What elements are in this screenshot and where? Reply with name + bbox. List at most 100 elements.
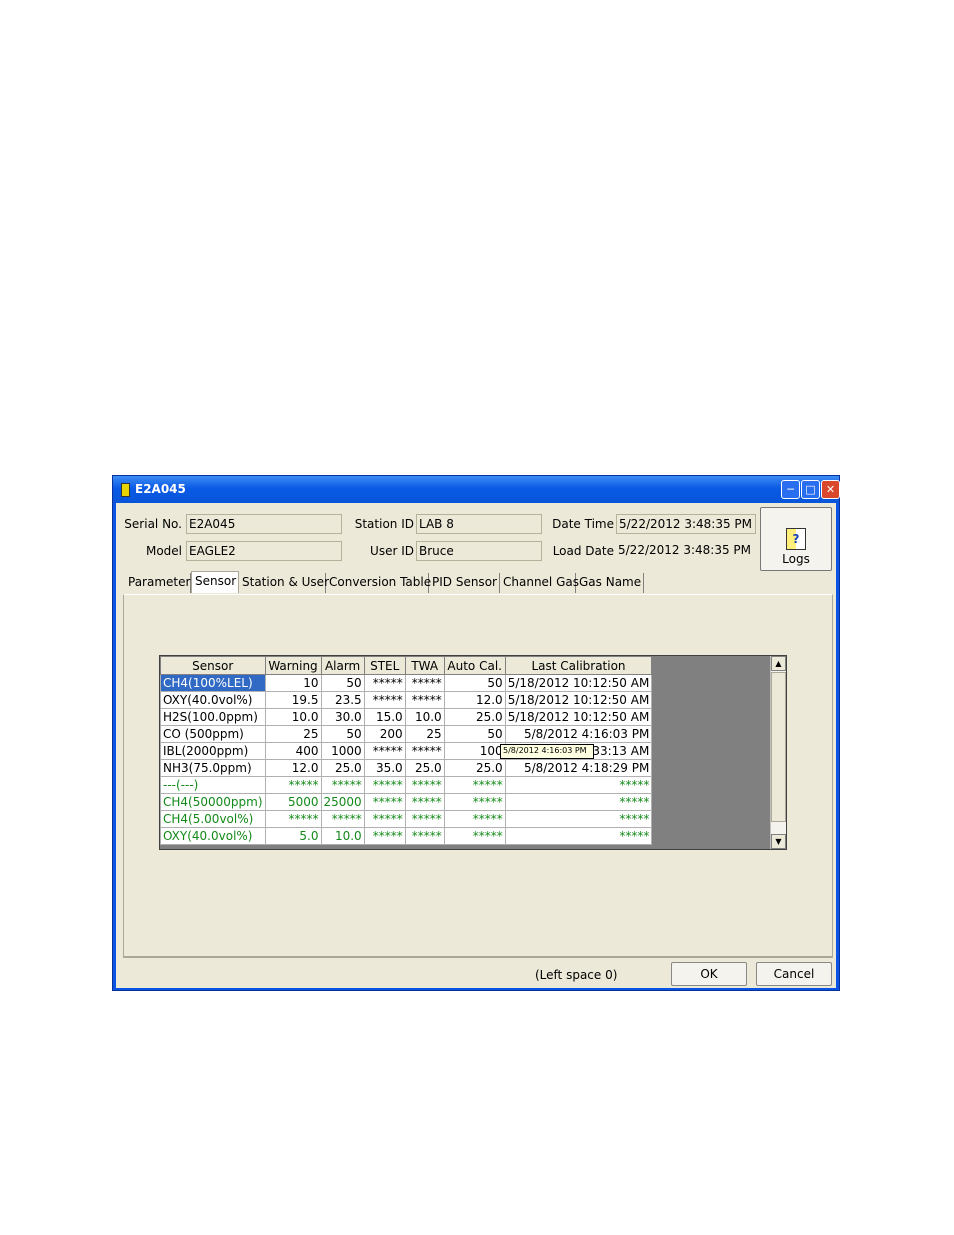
- cell-stel[interactable]: 200: [363, 725, 406, 743]
- cell-warning[interactable]: 5.0: [264, 827, 322, 845]
- col-alarm[interactable]: Alarm: [320, 656, 365, 675]
- col-sensor[interactable]: Sensor: [160, 656, 266, 675]
- cell-twa[interactable]: *****: [404, 674, 445, 692]
- col-stel[interactable]: STEL: [363, 656, 406, 675]
- scroll-down-button[interactable]: ▼: [771, 834, 786, 849]
- col-warning[interactable]: Warning: [264, 656, 322, 675]
- cell-last-calibration[interactable]: 5/18/2012 10:12:50 AM: [504, 691, 653, 709]
- cell-warning[interactable]: 400: [264, 742, 322, 760]
- cell-twa[interactable]: *****: [404, 691, 445, 709]
- tab-channel-gas[interactable]: Channel Gas: [500, 573, 579, 593]
- cell-warning[interactable]: *****: [264, 776, 322, 794]
- cell-last-calibration[interactable]: *****: [504, 793, 653, 811]
- cell-warning[interactable]: 10.0: [264, 708, 322, 726]
- cell-alarm[interactable]: 23.5: [320, 691, 365, 709]
- cell-alarm[interactable]: 25000: [320, 793, 365, 811]
- scroll-thumb[interactable]: [771, 672, 786, 822]
- table-row[interactable]: ---(---) ***** ***** ***** ***** ***** *****: [160, 776, 653, 794]
- cell-sensor[interactable]: IBL(2000ppm): [160, 742, 266, 760]
- cell-last-calibration[interactable]: *****: [504, 810, 653, 828]
- tab-sensor[interactable]: Sensor: [191, 571, 239, 593]
- maximize-button[interactable]: □: [801, 480, 820, 499]
- cell-stel[interactable]: *****: [363, 810, 406, 828]
- tab-conversion-table[interactable]: Conversion Table: [326, 573, 431, 593]
- cell-warning[interactable]: *****: [264, 810, 322, 828]
- tab-pid-sensor[interactable]: PID Sensor: [429, 573, 500, 593]
- cell-warning[interactable]: 25: [264, 725, 322, 743]
- cell-alarm[interactable]: 30.0: [320, 708, 365, 726]
- cell-last-calibration[interactable]: 5/18/2012 10:12:50 AM: [504, 708, 653, 726]
- serial-field[interactable]: E2A045: [186, 514, 342, 534]
- cell-sensor[interactable]: CH4(100%LEL): [160, 674, 266, 692]
- cell-twa[interactable]: *****: [404, 776, 445, 794]
- cell-alarm[interactable]: 50: [320, 725, 365, 743]
- cell-twa[interactable]: *****: [404, 793, 445, 811]
- table-row[interactable]: CO (500ppm) 25 50 200 25 50 5/8/2012 4:16:03 P…: [160, 725, 653, 743]
- table-row[interactable]: CH4(100%LEL) 10 50 ***** ***** 50 5/18/2012 10…: [160, 674, 653, 692]
- cell-sensor[interactable]: ---(---): [160, 776, 266, 794]
- cell-stel[interactable]: *****: [363, 691, 406, 709]
- cell-twa[interactable]: *****: [404, 827, 445, 845]
- cell-alarm[interactable]: *****: [320, 776, 365, 794]
- cell-auto-cal[interactable]: 100: [443, 742, 506, 760]
- cell-stel[interactable]: *****: [363, 742, 406, 760]
- cell-sensor[interactable]: OXY(40.0vol%): [160, 691, 266, 709]
- cell-auto-cal[interactable]: *****: [443, 793, 506, 811]
- cell-warning[interactable]: 10: [264, 674, 322, 692]
- cell-last-calibration[interactable]: 5/8/2012 4:16:03 PM: [504, 725, 653, 743]
- cell-stel[interactable]: *****: [363, 793, 406, 811]
- cell-warning[interactable]: 12.0: [264, 759, 322, 777]
- table-row[interactable]: CH4(5.00vol%) ***** ***** ***** ***** ***** **…: [160, 810, 653, 828]
- table-row[interactable]: OXY(40.0vol%) 19.5 23.5 ***** ***** 12.0 5/18/…: [160, 691, 653, 709]
- tab-station-user[interactable]: Station & User: [239, 573, 329, 593]
- cell-twa[interactable]: 10.0: [404, 708, 445, 726]
- ok-button[interactable]: OK: [671, 962, 747, 986]
- cell-sensor[interactable]: H2S(100.0ppm): [160, 708, 266, 726]
- scroll-up-button[interactable]: ▲: [771, 656, 786, 671]
- cell-stel[interactable]: 35.0: [363, 759, 406, 777]
- table-row[interactable]: OXY(40.0vol%) 5.0 10.0 ***** ***** ***** *****: [160, 827, 653, 845]
- cell-auto-cal[interactable]: *****: [443, 827, 506, 845]
- table-row[interactable]: CH4(50000ppm) 5000 25000 ***** ***** ***** ***…: [160, 793, 653, 811]
- cell-sensor[interactable]: CO (500ppm): [160, 725, 266, 743]
- cell-sensor[interactable]: CH4(5.00vol%): [160, 810, 266, 828]
- datetime-field[interactable]: 5/22/2012 3:48:35 PM: [616, 514, 756, 534]
- logs-button[interactable]: ? Logs: [760, 507, 832, 571]
- cell-twa[interactable]: *****: [404, 742, 445, 760]
- cell-warning[interactable]: 5000: [264, 793, 322, 811]
- model-field[interactable]: EAGLE2: [186, 541, 342, 561]
- cell-last-calibration[interactable]: 5/8/2012 4:18:29 PM: [504, 759, 653, 777]
- cell-sensor[interactable]: CH4(50000ppm): [160, 793, 266, 811]
- cell-stel[interactable]: *****: [363, 827, 406, 845]
- cell-alarm[interactable]: 10.0: [320, 827, 365, 845]
- cell-alarm[interactable]: *****: [320, 810, 365, 828]
- col-twa[interactable]: TWA: [404, 656, 445, 675]
- cell-twa[interactable]: *****: [404, 810, 445, 828]
- cell-twa[interactable]: 25.0: [404, 759, 445, 777]
- tab-gas-name[interactable]: Gas Name: [576, 573, 644, 593]
- cell-auto-cal[interactable]: *****: [443, 810, 506, 828]
- cell-alarm[interactable]: 25.0: [320, 759, 365, 777]
- cell-stel[interactable]: 15.0: [363, 708, 406, 726]
- cell-alarm[interactable]: 50: [320, 674, 365, 692]
- cell-auto-cal[interactable]: 50: [443, 725, 506, 743]
- table-row[interactable]: H2S(100.0ppm) 10.0 30.0 15.0 10.0 25.0 5/18/20…: [160, 708, 653, 726]
- table-row[interactable]: NH3(75.0ppm) 12.0 25.0 35.0 25.0 25.0 5/8/2012…: [160, 759, 653, 777]
- station-field[interactable]: LAB 8: [416, 514, 542, 534]
- cell-auto-cal[interactable]: *****: [443, 776, 506, 794]
- cell-last-calibration[interactable]: *****: [504, 776, 653, 794]
- cell-sensor[interactable]: OXY(40.0vol%): [160, 827, 266, 845]
- col-last-calibration[interactable]: Last Calibration: [504, 656, 653, 675]
- grid-scrollbar[interactable]: ▲ ▼: [770, 656, 786, 849]
- cell-twa[interactable]: 25: [404, 725, 445, 743]
- col-auto-cal[interactable]: Auto Cal.: [443, 656, 506, 675]
- cell-auto-cal[interactable]: 25.0: [443, 708, 506, 726]
- title-bar[interactable]: E2A045 ─ □ ✕: [113, 476, 840, 503]
- cell-auto-cal[interactable]: 25.0: [443, 759, 506, 777]
- cell-stel[interactable]: *****: [363, 776, 406, 794]
- cell-auto-cal[interactable]: 50: [443, 674, 506, 692]
- cancel-button[interactable]: Cancel: [756, 962, 832, 986]
- minimize-button[interactable]: ─: [781, 480, 800, 499]
- cell-sensor[interactable]: NH3(75.0ppm): [160, 759, 266, 777]
- tab-parameter[interactable]: Parameter: [125, 573, 191, 593]
